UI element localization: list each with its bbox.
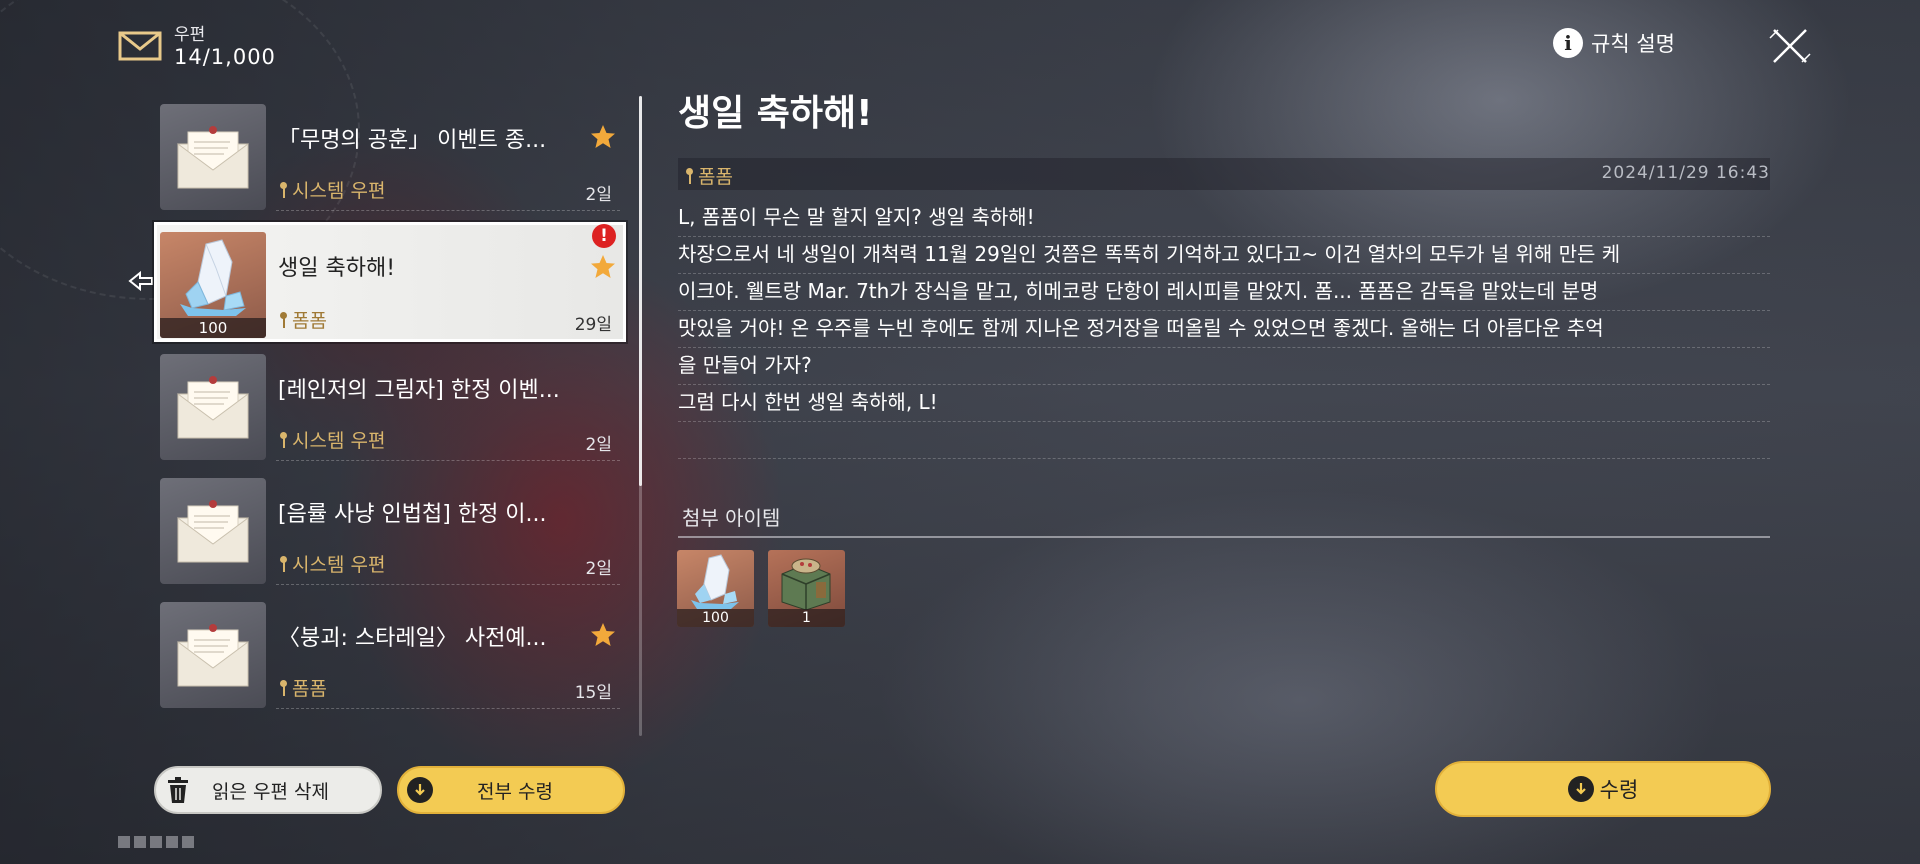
item-quantity: 100 [160,318,266,338]
body-line: 이크야. 웰트랑 Mar. 7th가 장식을 맡고, 히메코랑 단항이 레시피를… [678,274,1770,311]
download-arrow-icon [407,777,433,803]
mail-sender: 시스템 우편 [278,426,385,453]
pin-icon [278,180,288,200]
mail-detail-sender: 폼폼 [684,162,733,189]
star-icon [590,254,616,280]
mail-title: 생일 축하해! [278,256,396,281]
attachment-item[interactable]: 1 [768,550,845,627]
mail-days-left: 29일 [574,315,612,335]
close-button[interactable] [1768,24,1812,68]
mail-list-scrollbar[interactable] [639,96,642,736]
delete-read-button[interactable]: 읽은 우편 삭제 [154,766,382,814]
mail-list-item[interactable]: 〈붕괴: 스타레일〉 사전예... 폼폼 15일 [160,602,626,720]
mail-title: 〈붕괴: 스타레일〉 사전예... [278,626,547,651]
mail-thumbnail [160,602,266,708]
mail-detail-date: 2024/11/29 16:43 [1601,163,1770,183]
claim-label: 수령 [1599,778,1639,802]
pin-icon [278,678,288,698]
mailbox-title: 우편 [174,25,206,45]
mail-detail-title: 생일 축하해! [678,93,873,134]
pin-icon [684,166,694,186]
rules-label: 규칙 설명 [1591,32,1675,56]
star-icon [590,124,616,150]
claim-all-label: 전부 수령 [477,780,553,803]
attachments-divider [678,536,1770,538]
rules-button[interactable]: i 규칙 설명 [1553,28,1675,58]
blurred-user-id [118,836,194,848]
letter-icon [174,500,252,564]
attachments-label: 첨부 아이템 [682,506,781,530]
claim-button[interactable]: 수령 [1435,761,1771,817]
mailbox-header: 우편 14/1,000 [118,20,276,69]
mail-list-item[interactable]: [레인저의 그림자] 한정 이벤... 시스템 우편 2일 [160,354,626,472]
mail-sender: 폼폼 [278,674,327,701]
body-line [678,422,1770,459]
divider [276,708,620,709]
mail-sender: 시스템 우편 [278,176,385,203]
scroll-thumb[interactable] [639,96,642,486]
letter-icon [174,376,252,440]
mail-count: 14/1,000 [174,45,276,69]
mail-thumbnail [160,104,266,210]
mail-sender: 시스템 우편 [278,550,385,577]
body-line: 을 만들어 가자? [678,348,1770,385]
mail-days-left: 2일 [585,185,612,205]
cake-box-icon [781,558,831,610]
delete-read-label: 읽은 우편 삭제 [212,780,329,803]
mail-thumbnail [160,478,266,584]
mail-days-left: 15일 [574,683,612,703]
body-line: 차장으로서 네 생일이 개척력 11월 29일인 것쯤은 똑똑히 기억하고 있다… [678,237,1770,274]
mail-sender: 폼폼 [278,306,327,333]
mail-days-left: 2일 [585,435,612,455]
mail-title: [레인저의 그림자] 한정 이벤... [278,378,560,403]
body-line: 맛있을 거야! 온 우주를 누빈 후에도 함께 지나온 정거장을 떠올릴 수 있… [678,311,1770,348]
mail-title: 「무명의 공훈」 이벤트 종... [278,128,547,153]
pin-icon [278,554,288,574]
info-icon: i [1553,28,1583,58]
claim-all-button[interactable]: 전부 수령 [397,766,625,814]
selection-pointer-icon [128,270,154,292]
mail-days-left: 2일 [585,559,612,579]
envelope-icon [118,29,162,61]
star-icon [590,622,616,648]
close-icon [1769,29,1811,63]
attachment-item[interactable]: 100 [677,550,754,627]
letter-icon [174,126,252,190]
mail-detail-body: L, 폼폼이 무슨 말 할지 알지? 생일 축하해! 차장으로서 네 생일이 개… [678,200,1770,459]
mail-list-item-selected[interactable]: 100 생일 축하해! ! 폼폼 29일 [154,222,626,350]
divider [276,460,620,461]
crystal-icon [180,239,246,316]
download-arrow-icon [1567,776,1594,802]
mail-title: [음률 사냥 인법첩] 한정 이... [278,502,547,527]
crystal-icon [691,554,739,609]
body-line: L, 폼폼이 무슨 말 할지 알지? 생일 축하해! [678,200,1770,237]
pin-icon [278,430,288,450]
mail-thumbnail: 100 [160,232,266,338]
attachment-quantity: 100 [677,609,754,627]
attachment-quantity: 1 [768,609,845,627]
mail-detail-sender-bar: 폼폼 2024/11/29 16:43 [678,158,1770,190]
body-line: 그럼 다시 한번 생일 축하해, L! [678,385,1770,422]
divider [276,584,620,585]
mail-thumbnail [160,354,266,460]
letter-icon [174,624,252,688]
mail-list-item[interactable]: [음률 사냥 인법첩] 한정 이... 시스템 우편 2일 [160,478,626,596]
alert-icon: ! [592,224,616,248]
pin-icon [278,310,288,330]
trash-icon [166,777,190,803]
mail-list-item[interactable]: 「무명의 공훈」 이벤트 종... 시스템 우편 2일 [160,104,626,222]
divider [276,210,620,211]
